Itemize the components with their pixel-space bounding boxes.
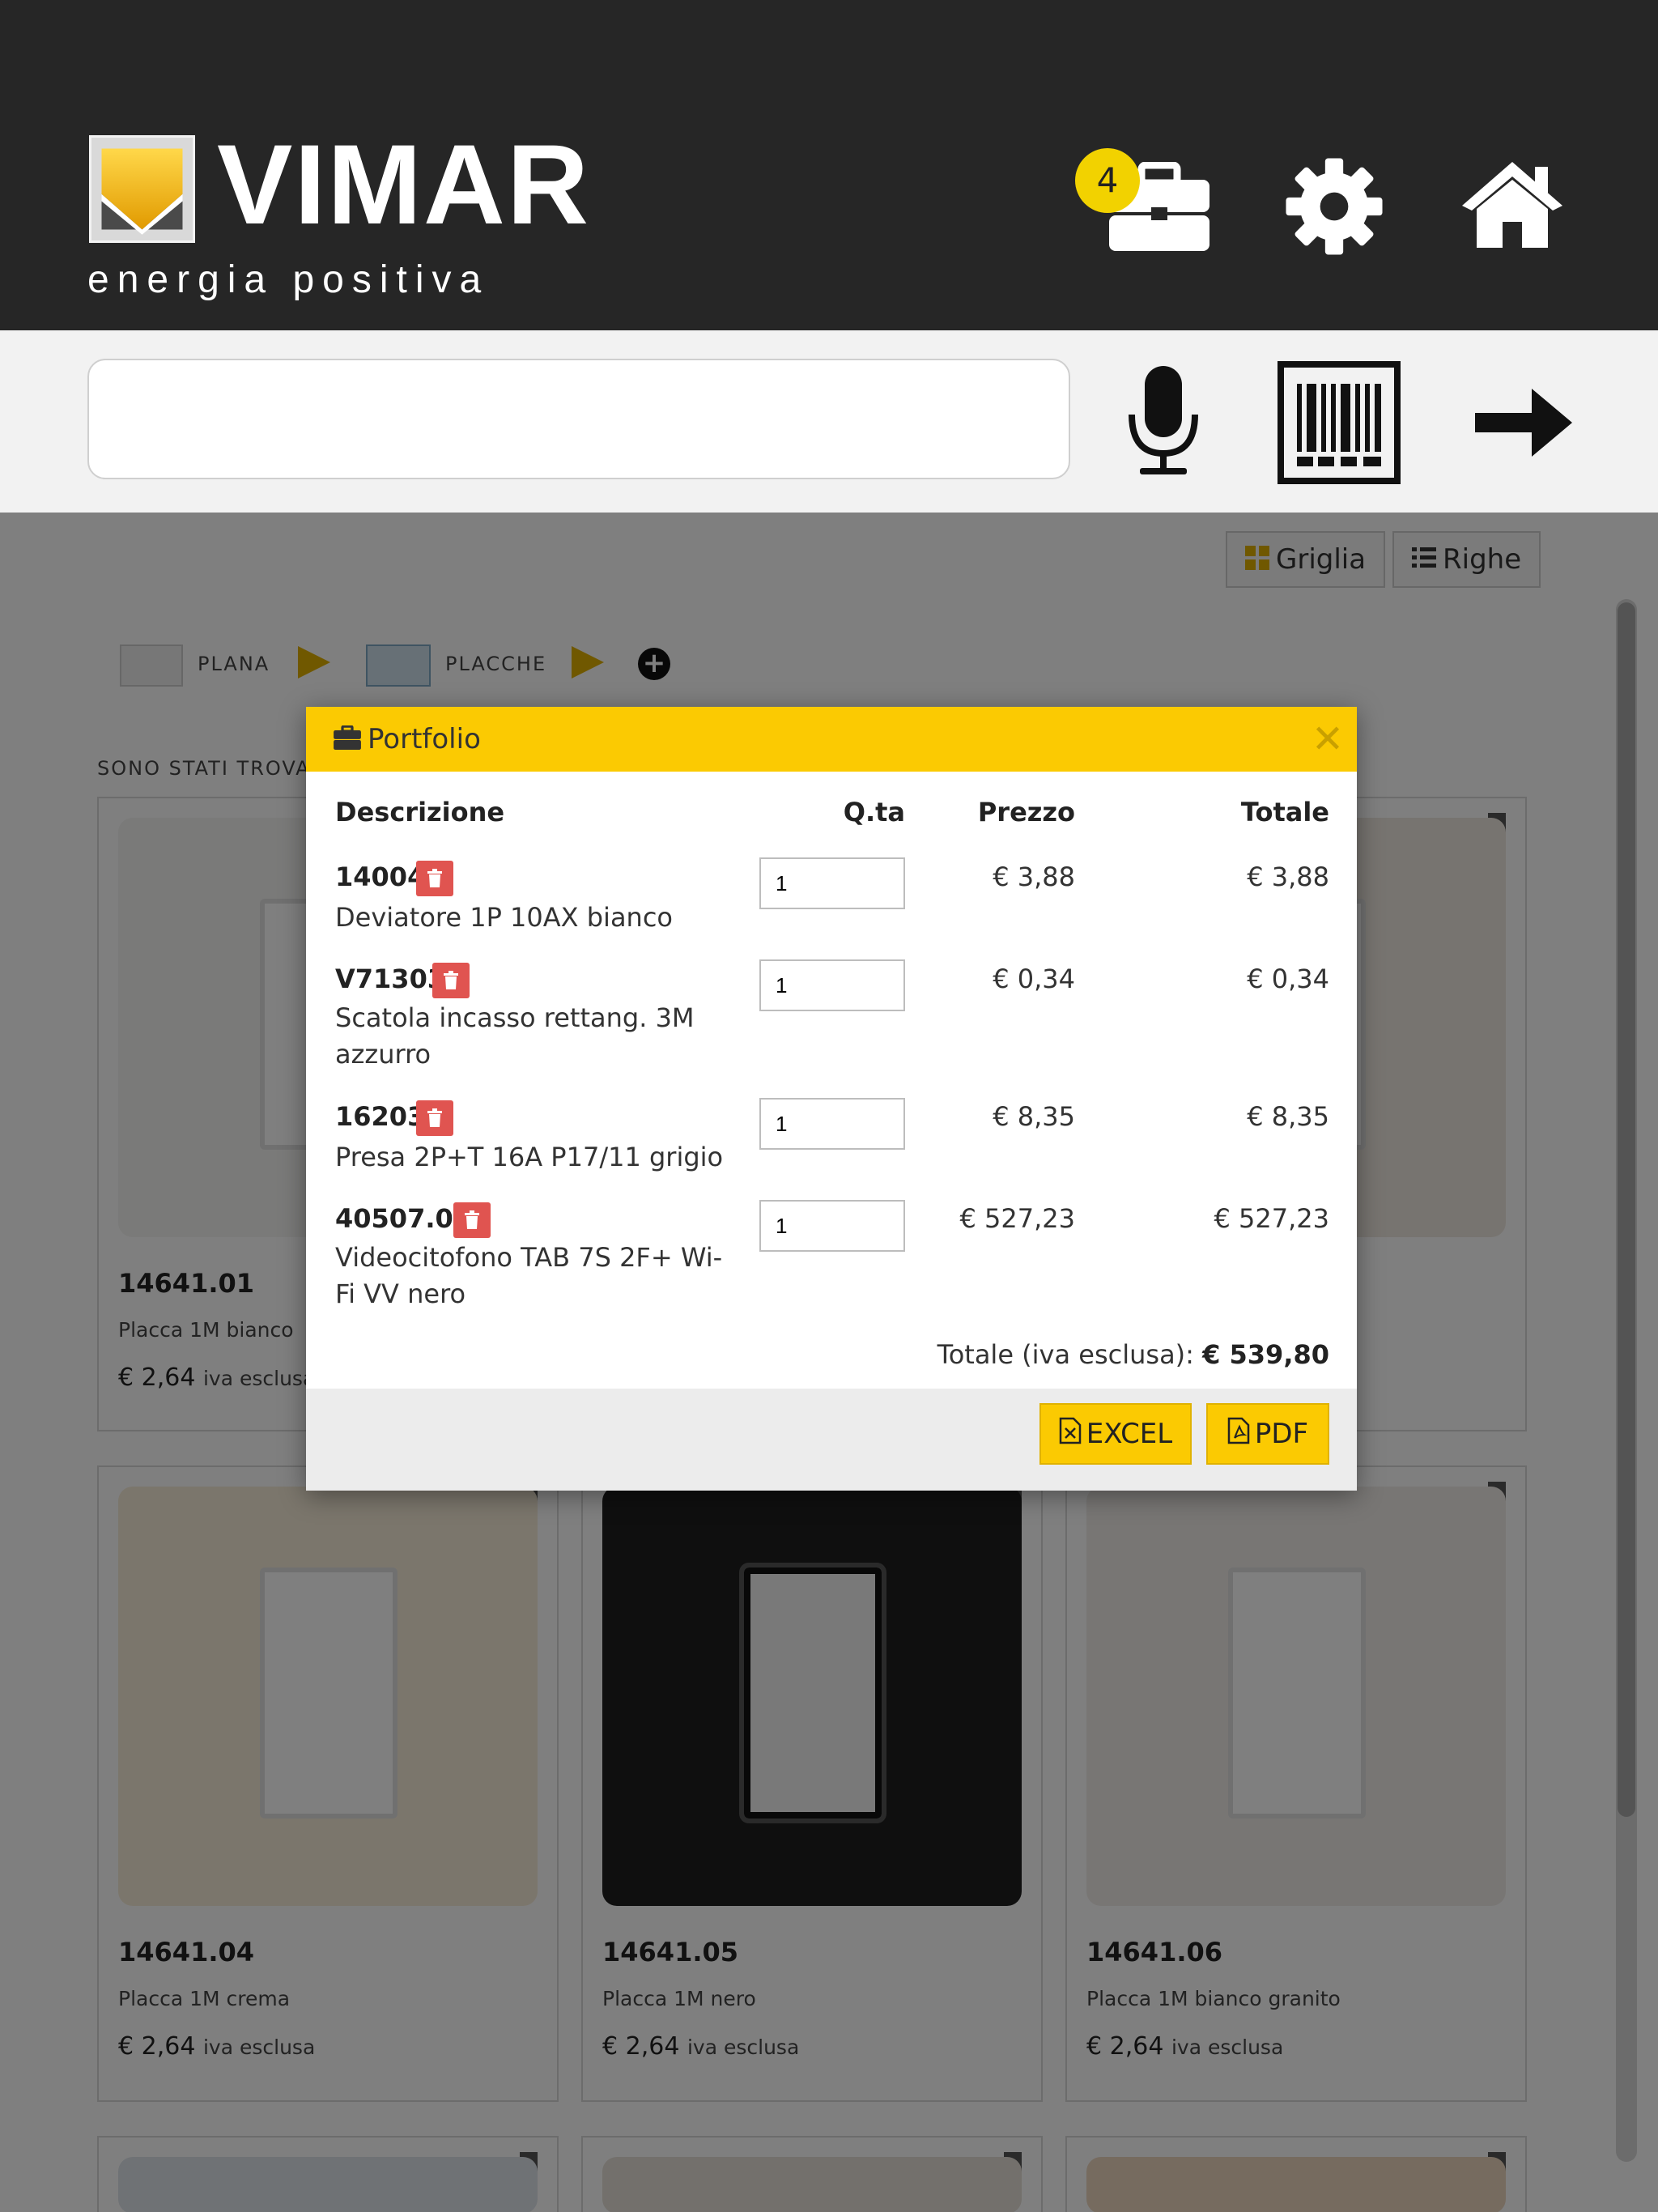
app-header: VIMAR energia positiva 4 <box>0 0 1658 330</box>
briefcase-icon <box>334 708 361 773</box>
pdf-file-icon <box>1227 1406 1250 1465</box>
modal-header: Portfolio ✕ <box>306 707 1357 772</box>
portfolio-modal: Portfolio ✕ Descrizione Q.ta Prezzo Tota… <box>306 707 1357 1491</box>
delete-icon[interactable] <box>416 1100 453 1136</box>
brand-tagline: energia positiva <box>87 258 490 301</box>
item-total: € 527,23 <box>1214 1203 1330 1234</box>
delete-icon[interactable] <box>432 963 470 998</box>
item-description: Deviatore 1P 10AX bianco <box>335 902 673 933</box>
item-description: Scatola incasso rettang. 3M azzurro <box>335 1002 695 1070</box>
item-price: € 3,88 <box>993 861 1075 892</box>
col-header-price: Prezzo <box>977 797 1075 827</box>
item-price: € 527,23 <box>959 1203 1076 1234</box>
quantity-input[interactable] <box>759 1098 905 1150</box>
home-icon[interactable] <box>1457 159 1567 249</box>
delete-icon[interactable] <box>416 861 453 896</box>
arrow-right-icon[interactable] <box>1475 389 1572 457</box>
item-code: 40507.04 <box>335 1203 472 1234</box>
item-total: € 3,88 <box>1247 861 1329 892</box>
export-pdf-button[interactable]: PDF <box>1206 1403 1329 1465</box>
item-price: € 0,34 <box>993 963 1075 994</box>
brand-name: VIMAR <box>217 121 591 248</box>
vimar-logo-icon <box>89 135 195 243</box>
quantity-input[interactable] <box>759 959 905 1011</box>
delete-icon[interactable] <box>453 1202 491 1238</box>
modal-footer <box>306 1389 1357 1491</box>
grand-total: Totale (iva esclusa): € 539,80 <box>937 1339 1329 1370</box>
microphone-icon[interactable] <box>1125 366 1201 479</box>
col-header-total: Totale <box>1240 797 1329 827</box>
col-header-description: Descrizione <box>335 797 505 827</box>
quantity-input[interactable] <box>759 1200 905 1252</box>
item-total: € 8,35 <box>1247 1101 1329 1132</box>
item-description: Presa 2P+T 16A P17/11 grigio <box>335 1142 724 1172</box>
excel-file-icon <box>1059 1406 1082 1465</box>
col-header-qty: Q.ta <box>843 797 905 827</box>
item-description: Videocitofono TAB 7S 2F+ Wi-Fi VV nero <box>335 1242 723 1309</box>
quantity-input[interactable] <box>759 857 905 909</box>
barcode-icon[interactable] <box>1278 361 1401 484</box>
item-total: € 0,34 <box>1247 963 1329 994</box>
item-code: 16203 <box>335 1101 426 1132</box>
export-excel-button[interactable]: EXCEL <box>1039 1403 1192 1465</box>
gear-icon[interactable] <box>1284 156 1384 257</box>
item-price: € 8,35 <box>993 1101 1075 1132</box>
close-icon[interactable]: ✕ <box>1310 720 1346 759</box>
item-code: V71303 <box>335 963 446 994</box>
modal-title: Portfolio <box>334 707 481 772</box>
item-code: 14004 <box>335 861 426 892</box>
search-input[interactable] <box>87 359 1070 479</box>
portfolio-count-badge: 4 <box>1075 148 1140 213</box>
